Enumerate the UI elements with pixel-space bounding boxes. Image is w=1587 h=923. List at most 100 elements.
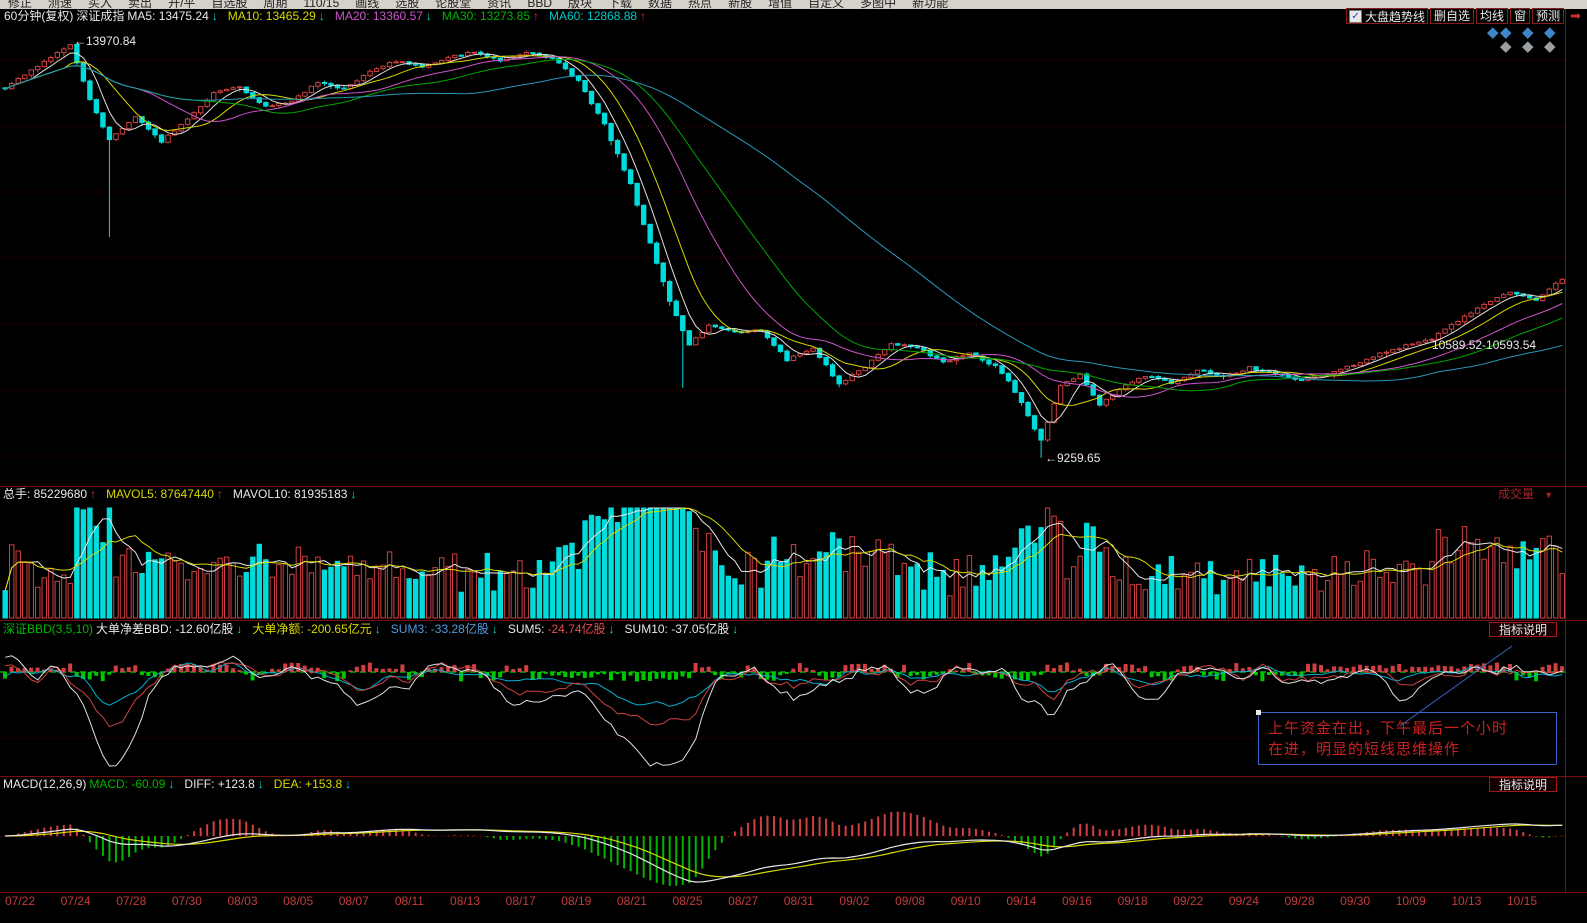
trough-price-label: ←9259.65 [1045, 451, 1100, 465]
toolbar-item[interactable]: 修正 [8, 0, 32, 9]
bbd-panel-header: 深证BBD(3,5,10)大单净差BBD: -12.60亿股↓大单净额: -20… [3, 622, 1583, 637]
date-tick-label: 08/21 [617, 894, 647, 908]
toolbar-item[interactable]: 自定义 [808, 0, 844, 9]
toolbar-item[interactable]: 增值 [768, 0, 792, 9]
toolbar-item[interactable]: 选股 [395, 0, 419, 9]
trend-arrow-icon: ↑ [90, 487, 96, 501]
delete-watchlist-button[interactable]: 删自选 [1430, 8, 1474, 24]
trend-arrow-icon: ↓ [345, 777, 351, 791]
toolbar-item[interactable]: BBD [527, 0, 552, 9]
next-page-icon[interactable]: ➡ [1570, 8, 1581, 24]
annotation-note-line1: 上午资金在出，下午最后一个小时 [1268, 718, 1554, 739]
trend-arrow-icon: ↑ [640, 9, 646, 23]
date-tick-label: 08/19 [561, 894, 591, 908]
date-tick-label: 08/11 [395, 894, 424, 908]
indicator-value: MACD(12,26,9) [3, 777, 86, 791]
diamond-icon: ◆ [1544, 40, 1556, 54]
date-tick-label: 07/30 [172, 894, 202, 908]
indicator-value: MAVOL5: 87647440 [106, 487, 214, 501]
indicator-value: SUM3: -33.28亿股 [391, 622, 489, 636]
trend-arrow-icon: ↓ [319, 9, 325, 23]
volume-panel-header: 总手: 85229680↑MAVOL5: 87647440↑MAVOL10: 8… [3, 487, 1583, 502]
toolbar-item[interactable]: 卖出 [128, 0, 152, 9]
trend-arrow-icon: ↓ [426, 9, 432, 23]
date-tick-label: 09/14 [1006, 894, 1036, 908]
diamond-icon: ◆ [1500, 40, 1512, 54]
dropdown-arrow-icon: ▼ [1544, 490, 1553, 500]
indicator-value: 60分钟(复权) [4, 9, 73, 23]
window-button[interactable]: 窗 [1510, 8, 1530, 24]
date-tick-label: 10/13 [1451, 894, 1481, 908]
trend-line-toggle[interactable]: ✓ 大盘趋势线 [1346, 8, 1428, 24]
macd-indicator-help-button[interactable]: 指标说明 [1489, 777, 1557, 792]
indicator-value: MAVOL10: 81935183 [233, 487, 348, 501]
toolbar-item[interactable]: 论股堂 [435, 0, 471, 9]
toolbar-item[interactable]: 画线 [355, 0, 379, 9]
checkbox-checked-icon[interactable]: ✓ [1349, 10, 1362, 23]
date-tick-label: 08/03 [228, 894, 258, 908]
date-tick-label: 10/15 [1507, 894, 1537, 908]
date-tick-label: 09/30 [1340, 894, 1370, 908]
trend-line-label: 大盘趋势线 [1365, 8, 1425, 25]
toolbar-item[interactable]: 自选股 [211, 0, 247, 9]
bbd-indicator-help-button[interactable]: 指标说明 [1489, 622, 1557, 637]
indicator-value: MA5: 13475.24 [127, 9, 208, 23]
drag-handle[interactable] [1256, 710, 1261, 715]
indicator-value: DIFF: +123.8 [184, 777, 254, 791]
toolbar-item[interactable]: 测速 [48, 0, 72, 9]
toolbar-item[interactable]: 买入 [88, 0, 112, 9]
date-axis: 07/2207/2407/2807/3008/0308/0508/0708/11… [0, 894, 1587, 914]
gap-range-label: 10589.52-10593.54 [1432, 338, 1536, 352]
toolbar-item[interactable]: 周期 [263, 0, 287, 9]
trend-arrow-icon: ↓ [258, 777, 264, 791]
indicator-value: MA30: 13273.85 [442, 9, 530, 23]
date-tick-label: 10/09 [1396, 894, 1426, 908]
toolbar-item[interactable]: 新功能 [912, 0, 948, 9]
date-tick-label: 08/05 [283, 894, 313, 908]
date-tick-label: 09/16 [1062, 894, 1092, 908]
toolbar-item[interactable]: 开/平 [168, 0, 195, 9]
indicator-value: MA60: 12868.88 [549, 9, 637, 23]
indicator-value: 大单净额: -200.65亿元 [252, 622, 371, 636]
macd-indicator-readout: MACD(12,26,9)MACD: -60.09↓DIFF: +123.8↓D… [3, 777, 1583, 792]
toolbar-item[interactable]: 数据 [648, 0, 672, 9]
indicator-value: SUM5: [508, 622, 545, 636]
trend-arrow-icon: ↓ [236, 622, 242, 636]
volume-type-dropdown[interactable]: 成交量▼ [1498, 487, 1553, 503]
toolbar-item[interactable]: 下载 [608, 0, 632, 9]
date-tick-label: 09/10 [951, 894, 981, 908]
toolbar-item[interactable]: 多图中 [860, 0, 896, 9]
toolbar-item[interactable]: 新股 [728, 0, 752, 9]
volume-panel [3, 508, 1564, 618]
ma-settings-button[interactable]: 均线 [1476, 8, 1508, 24]
date-tick-label: 09/28 [1284, 894, 1314, 908]
diamond-icon: ◆ [1487, 26, 1499, 40]
annotation-note[interactable]: 上午资金在出，下午最后一个小时 在进，明显的短线思维操作 [1258, 712, 1557, 765]
trend-arrow-icon: ↓ [168, 777, 174, 791]
trend-arrow-icon: ↓ [350, 487, 356, 501]
trend-arrow-icon: ↓ [492, 622, 498, 636]
date-tick-label: 09/18 [1118, 894, 1148, 908]
date-tick-label: 08/07 [339, 894, 369, 908]
toolbar-item[interactable]: 110/15 [303, 0, 339, 9]
trend-arrow-icon: ↑ [217, 487, 223, 501]
indicator-value: MA10: 13465.29 [228, 9, 316, 23]
indicator-value: SUM10: -37.05亿股 [625, 622, 730, 636]
left-arrow-icon: ← [1045, 451, 1057, 465]
date-tick-label: 08/31 [784, 894, 814, 908]
date-tick-label: 09/22 [1173, 894, 1203, 908]
forecast-button[interactable]: 预测 [1532, 8, 1564, 24]
toolbar-item[interactable]: 资讯 [487, 0, 511, 9]
diamond-icon: ◆ [1522, 40, 1534, 54]
kline-header-controls: ✓ 大盘趋势线 删自选 均线 窗 预测 ➡ [1346, 8, 1581, 24]
kline-header: 60分钟(复权)深证成指MA5: 13475.24↓MA10: 13465.29… [4, 9, 1583, 24]
macd-panel-header: MACD(12,26,9)MACD: -60.09↓DIFF: +123.8↓D… [3, 777, 1583, 792]
toolbar-item[interactable]: 热点 [688, 0, 712, 9]
trend-arrow-icon: ↓ [609, 622, 615, 636]
indicator-value: 总手: 85229680 [3, 487, 87, 501]
date-tick-label: 07/22 [5, 894, 35, 908]
date-tick-label: 09/02 [839, 894, 869, 908]
kline-panel [3, 44, 1564, 458]
date-tick-label: 07/24 [61, 894, 91, 908]
toolbar-item[interactable]: 版块 [568, 0, 592, 9]
